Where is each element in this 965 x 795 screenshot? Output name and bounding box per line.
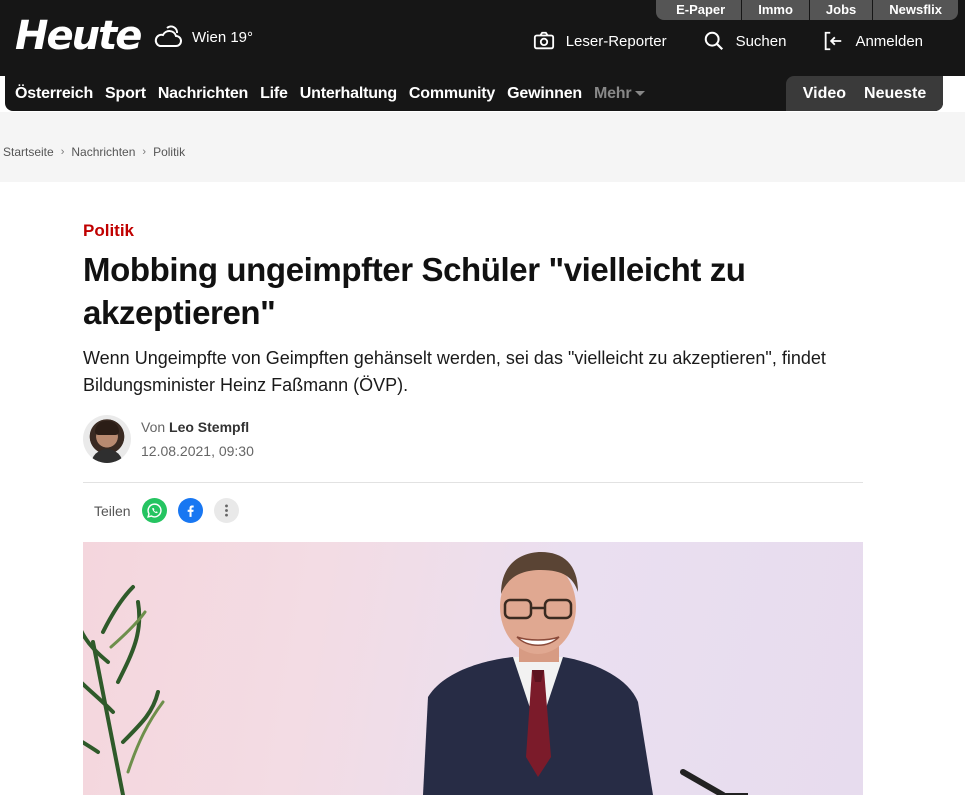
- share-more-button[interactable]: [213, 498, 239, 523]
- share-label: Teilen: [94, 502, 131, 519]
- nav-items: Österreich Sport Nachrichten Life Unterh…: [15, 76, 657, 111]
- login-button[interactable]: Anmelden: [822, 30, 923, 52]
- search-label: Suchen: [735, 32, 787, 50]
- article-lead: Wenn Ungeimpfte von Geimpften gehänselt …: [83, 348, 826, 395]
- chevron-right-icon: ›: [142, 146, 147, 158]
- top-bar: Heute Wien 19° E-Paper Immo Jobs Newsfli…: [0, 0, 965, 76]
- toplink-jobs[interactable]: Jobs: [808, 0, 872, 20]
- nav-item-community[interactable]: Community: [409, 85, 495, 103]
- breadcrumb-item-startseite[interactable]: Startseite: [3, 145, 54, 159]
- facebook-icon: [187, 505, 194, 517]
- plant-illustration: [83, 585, 160, 795]
- author-block: Von Leo Stempfl 12.08.2021, 09:30: [83, 415, 254, 463]
- weather-text: Wien 19°: [192, 28, 254, 46]
- toplink-immo[interactable]: Immo: [741, 0, 809, 20]
- article-hero-image[interactable]: [83, 542, 863, 795]
- main-nav: Österreich Sport Nachrichten Life Unterh…: [5, 76, 943, 111]
- author-meta: Von Leo Stempfl 12.08.2021, 09:30: [141, 419, 254, 459]
- leser-reporter-button[interactable]: Leser-Reporter: [533, 30, 667, 52]
- login-icon: [825, 31, 842, 51]
- site-logo[interactable]: Heute: [15, 8, 142, 64]
- nav-item-oesterreich[interactable]: Österreich: [15, 85, 93, 103]
- chevron-down-icon: [635, 91, 646, 96]
- chevron-right-icon: ›: [60, 146, 65, 158]
- breadcrumb-item-politik[interactable]: Politik: [153, 145, 185, 159]
- nav-more-dropdown[interactable]: Mehr: [593, 84, 646, 103]
- cloud-sun-icon: [154, 25, 182, 47]
- site-header: Heute Wien 19° E-Paper Immo Jobs Newsfli…: [0, 0, 965, 112]
- share-bar: Teilen: [94, 498, 250, 523]
- header-actions: Leser-Reporter Suchen Anmelden: [497, 30, 923, 52]
- nav-item-gewinnen[interactable]: Gewinnen: [507, 85, 582, 103]
- byline-prefix: Von: [141, 419, 166, 435]
- nav-item-life[interactable]: Life: [260, 85, 288, 103]
- camera-icon: [533, 31, 554, 50]
- nav-item-unterhaltung[interactable]: Unterhaltung: [300, 85, 397, 103]
- share-facebook-button[interactable]: [177, 498, 203, 523]
- hero-photo: [83, 552, 748, 795]
- breadcrumb: Startseite › Nachrichten › Politik: [3, 145, 185, 159]
- toplink-epaper[interactable]: E-Paper: [656, 0, 741, 20]
- search-button[interactable]: Suchen: [703, 30, 787, 52]
- article-kicker[interactable]: Politik: [83, 221, 134, 241]
- divider: [83, 482, 863, 483]
- publish-date: 12.08.2021, 09:30: [141, 443, 254, 459]
- nav-item-sport[interactable]: Sport: [105, 85, 146, 103]
- nav-right: Video Neueste: [786, 76, 943, 111]
- search-icon: [704, 31, 723, 51]
- byline: Von Leo Stempfl: [141, 419, 254, 435]
- more-vertical-icon: [224, 504, 228, 517]
- nav-more-label: Mehr: [593, 84, 632, 102]
- weather-widget[interactable]: Wien 19°: [152, 22, 253, 52]
- leser-reporter-label: Leser-Reporter: [565, 32, 667, 50]
- author-avatar[interactable]: [83, 415, 131, 463]
- whatsapp-icon: [146, 503, 162, 518]
- nav-item-neueste[interactable]: Neueste: [864, 85, 926, 103]
- share-whatsapp-button[interactable]: [141, 498, 167, 523]
- author-name[interactable]: Leo Stempfl: [169, 419, 249, 435]
- nav-item-nachrichten[interactable]: Nachrichten: [158, 85, 248, 103]
- login-label: Anmelden: [855, 32, 923, 50]
- toplink-newsflix[interactable]: Newsflix: [872, 0, 958, 20]
- top-links: E-Paper Immo Jobs Newsflix: [656, 0, 958, 20]
- article-headline: Mobbing ungeimpfter Schüler "vielleicht …: [83, 251, 746, 331]
- breadcrumb-item-nachrichten[interactable]: Nachrichten: [71, 145, 135, 159]
- breadcrumb-bar: Startseite › Nachrichten › Politik: [0, 112, 965, 182]
- nav-item-video[interactable]: Video: [803, 85, 846, 103]
